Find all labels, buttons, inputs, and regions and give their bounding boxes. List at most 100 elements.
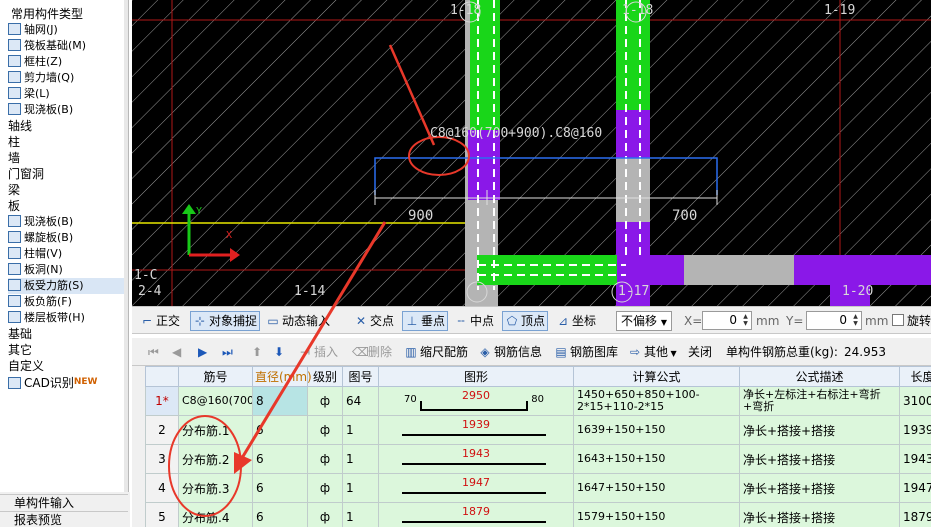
cell-figure-no[interactable]: 1 (343, 503, 379, 528)
cell-bar-no[interactable]: 分布筋.4 (179, 503, 253, 528)
tree-scrollbar[interactable] (124, 0, 128, 492)
cell-bar-no[interactable]: 分布筋.3 (179, 474, 253, 503)
delete-button[interactable]: ⌫删除 (352, 342, 392, 362)
cell-figure-no[interactable]: 64 (343, 387, 379, 416)
tree-item[interactable]: CAD识别NEW (8, 374, 124, 390)
row-number[interactable]: 4 (146, 474, 179, 503)
cell-grade[interactable]: ф (308, 387, 343, 416)
tab-report-preview[interactable]: 报表预览 (0, 511, 128, 528)
cell-length[interactable]: 1943 (900, 445, 931, 474)
cell-figure-no[interactable]: 1 (343, 416, 379, 445)
intersection-snap-button[interactable]: ✕交点 (354, 311, 394, 331)
move-down-icon[interactable]: ⬇ (274, 342, 284, 362)
cell-bar-no[interactable]: 分布筋.2 (179, 445, 253, 474)
cell-grade[interactable]: ф (308, 503, 343, 528)
tree-item[interactable]: 轴线 (8, 118, 124, 134)
row-number[interactable]: 5 (146, 503, 179, 528)
col-header-formula[interactable]: 计算公式 (574, 367, 740, 387)
scale-rebar-button[interactable]: ▥缩尺配筋 (404, 342, 468, 362)
cell-formula-desc[interactable]: 净长+搭接+搭接 (740, 445, 900, 474)
cell-bar-no[interactable]: 分布筋.1 (179, 416, 253, 445)
cad-drawing-canvas[interactable]: 1-18 1-18 1-19 1-C 2-4 1-14 1-17 1-20 C8… (132, 0, 931, 306)
tree-item[interactable]: 柱 (8, 134, 124, 150)
insert-button[interactable]: ⇥插入 (298, 342, 338, 362)
cell-diameter[interactable]: 6 (253, 474, 308, 503)
col-header-figure-no[interactable]: 图号 (343, 367, 379, 387)
cell-formula[interactable]: 1579+150+150 (574, 503, 740, 528)
tree-item[interactable]: 轴网(J) (8, 22, 124, 38)
cell-shape[interactable]: 1939 (379, 416, 574, 445)
col-header-formula-desc[interactable]: 公式描述 (740, 367, 900, 387)
tree-item[interactable]: 楼层板带(H) (8, 310, 124, 326)
cell-diameter[interactable]: 6 (253, 445, 308, 474)
col-header-shape[interactable]: 图形 (379, 367, 574, 387)
cell-length[interactable]: 1947 (900, 474, 931, 503)
cell-length[interactable]: 3100 (900, 387, 931, 416)
col-header-bar-no[interactable]: 筋号 (179, 367, 253, 387)
col-header-diameter[interactable]: 直径(mm) (253, 367, 308, 387)
tree-item[interactable]: 柱帽(V) (8, 246, 124, 262)
tree-item[interactable]: 螺旋板(B) (8, 230, 124, 246)
table-row[interactable]: 3分布筋.26ф119431643+150+150净长+搭接+搭接1943 (146, 445, 931, 474)
cell-formula[interactable]: 1639+150+150 (574, 416, 740, 445)
ortho-button[interactable]: ⌐正交 (140, 311, 180, 331)
dynamic-input-button[interactable]: ▭动态输入 (266, 311, 330, 331)
tree-item[interactable]: 板受力筋(S) (8, 278, 124, 294)
close-button[interactable]: 关闭 (688, 342, 712, 362)
last-record-icon[interactable]: ⏭ (222, 342, 233, 362)
row-number[interactable]: 1* (146, 387, 179, 416)
tree-item[interactable]: 现浇板(B) (8, 102, 124, 118)
tree-item[interactable]: 现浇板(B) (8, 214, 124, 230)
y-offset-input[interactable]: 0▲▼ (806, 311, 862, 330)
row-number[interactable]: 2 (146, 416, 179, 445)
cell-shape[interactable]: 29507080 (379, 387, 574, 416)
table-row[interactable]: 4分布筋.36ф119471647+150+150净长+搭接+搭接1947 (146, 474, 931, 503)
midpoint-snap-button[interactable]: ╌中点 (454, 311, 494, 331)
row-number[interactable]: 3 (146, 445, 179, 474)
tab-single-component-input[interactable]: 单构件输入 (0, 494, 128, 511)
cell-grade[interactable]: ф (308, 474, 343, 503)
tree-item[interactable]: 板 (8, 198, 124, 214)
tree-item[interactable]: 板洞(N) (8, 262, 124, 278)
coordinate-snap-button[interactable]: ⊿坐标 (556, 311, 596, 331)
tree-item[interactable]: 梁 (8, 182, 124, 198)
cell-formula[interactable]: 1450+650+850+100-2*15+110-2*15 (574, 387, 740, 416)
table-row[interactable]: 5分布筋.46ф118791579+150+150净长+搭接+搭接1879 (146, 503, 931, 528)
cell-formula[interactable]: 1643+150+150 (574, 445, 740, 474)
cell-diameter[interactable]: 6 (253, 503, 308, 528)
tree-item[interactable]: 基础 (8, 326, 124, 342)
rebar-info-button[interactable]: ◈钢筋信息 (478, 342, 542, 362)
tree-item[interactable]: 自定义 (8, 358, 124, 374)
spinner-icon[interactable]: ▲▼ (851, 313, 860, 327)
tree-item[interactable]: 门窗洞 (8, 166, 124, 182)
tree-item[interactable]: 框柱(Z) (8, 54, 124, 70)
cell-formula-desc[interactable]: 净长+搭接+搭接 (740, 503, 900, 528)
col-header-grade[interactable]: 级别 (308, 367, 343, 387)
cell-formula-desc[interactable]: 净长+搭接+搭接 (740, 416, 900, 445)
move-up-icon[interactable]: ⬆ (252, 342, 262, 362)
cell-diameter[interactable]: 6 (253, 416, 308, 445)
cell-length[interactable]: 1879 (900, 503, 931, 528)
cell-formula[interactable]: 1647+150+150 (574, 474, 740, 503)
x-offset-input[interactable]: 0▲▼ (702, 311, 752, 330)
cell-formula-desc[interactable]: 净长+搭接+搭接 (740, 474, 900, 503)
tree-item[interactable]: 板负筋(F) (8, 294, 124, 310)
tree-item[interactable]: 筏板基础(M) (8, 38, 124, 54)
rotate-checkbox[interactable]: 旋转 (892, 311, 931, 331)
table-row[interactable]: 2分布筋.16ф119391639+150+150净长+搭接+搭接1939 (146, 416, 931, 445)
first-record-icon[interactable]: ⏮ (148, 342, 159, 362)
other-menu-button[interactable]: ⇨其他 ▼ (628, 342, 677, 362)
table-row[interactable]: 1*C8@160(700+900).18ф64295070801450+650+… (146, 387, 931, 416)
cell-diameter[interactable]: 8 (253, 387, 308, 416)
cell-shape[interactable]: 1947 (379, 474, 574, 503)
cell-figure-no[interactable]: 1 (343, 474, 379, 503)
col-header-length[interactable]: 长度 (900, 367, 931, 387)
tree-item[interactable]: 剪力墙(Q) (8, 70, 124, 86)
tree-item[interactable]: 墙 (8, 150, 124, 166)
cell-length[interactable]: 1939 (900, 416, 931, 445)
prev-record-icon[interactable]: ◀ (172, 342, 181, 362)
offset-select[interactable]: 不偏移 ▼ (616, 311, 672, 331)
vertex-snap-button[interactable]: ⬠顶点 (502, 311, 548, 331)
perpendicular-snap-button[interactable]: ⊥垂点 (402, 311, 448, 331)
cell-shape[interactable]: 1943 (379, 445, 574, 474)
